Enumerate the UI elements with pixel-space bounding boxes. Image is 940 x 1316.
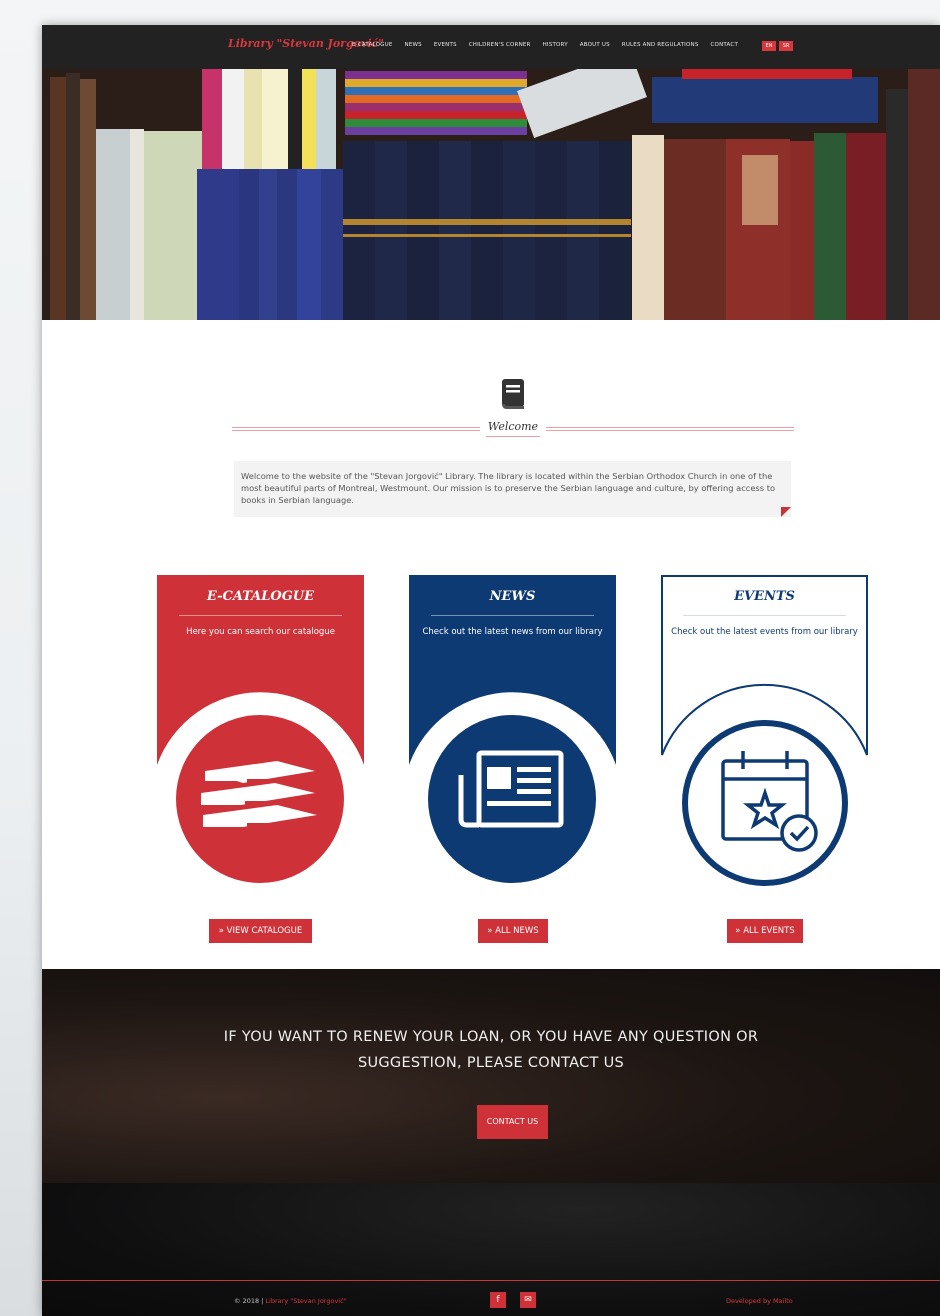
nav-menu: E-CATALOGUE NEWS EVENTS CHILDREN'S CORNE… xyxy=(352,42,750,48)
lang-en-button[interactable]: EN xyxy=(762,41,776,51)
all-news-button[interactable]: » ALL NEWS xyxy=(478,919,548,943)
card-divider xyxy=(431,615,594,616)
nav-item-contact[interactable]: CONTACT xyxy=(711,42,738,48)
email-icon[interactable]: ✉ xyxy=(520,1292,536,1308)
card-title: NEWS xyxy=(489,589,536,604)
top-navigation: Library "Stevan Jorgović" E-CATALOGUE NE… xyxy=(42,25,940,69)
copyright-text: © 2018 | xyxy=(234,1297,266,1305)
welcome-text: Welcome to the website of the "Stevan Jo… xyxy=(241,471,776,505)
book-icon xyxy=(502,379,524,409)
footer-copyright: © 2018 | Library "Stevan Jorgović" xyxy=(234,1297,347,1305)
card-description: Here you can search our catalogue xyxy=(186,627,335,637)
card-divider xyxy=(179,615,342,616)
contact-heading-line-1: IF YOU WANT TO RENEW YOUR LOAN, OR YOU H… xyxy=(223,1029,759,1045)
card-title: E-CATALOGUE xyxy=(206,589,315,604)
contact-heading-line-2: SUGGESTION, PLEASE CONTACT US xyxy=(357,1055,625,1071)
library-link[interactable]: Library "Stevan Jorgović" xyxy=(265,1297,346,1305)
welcome-underline xyxy=(486,436,540,437)
card-description: Check out the latest events from our lib… xyxy=(671,627,858,637)
card-e-catalogue[interactable]: E-CATALOGUE Here you can search our cata… xyxy=(157,575,364,905)
nav-item-e-catalogue[interactable]: E-CATALOGUE xyxy=(352,42,393,48)
site-page: Library "Stevan Jorgović" E-CATALOGUE NE… xyxy=(42,25,940,1316)
contact-us-button[interactable]: CONTACT US xyxy=(477,1105,548,1139)
card-title: EVENTS xyxy=(734,589,795,604)
card-description: Check out the latest news from our libra… xyxy=(422,627,603,637)
view-catalogue-button[interactable]: » VIEW CATALOGUE xyxy=(209,919,312,943)
contact-banner xyxy=(42,969,940,1183)
developer-credit[interactable]: Developed by Mailto xyxy=(726,1297,793,1305)
nav-item-history[interactable]: HISTORY xyxy=(543,42,568,48)
nav-item-news[interactable]: NEWS xyxy=(405,42,422,48)
nav-item-childrens-corner[interactable]: CHILDREN'S CORNER xyxy=(469,42,531,48)
nav-item-events[interactable]: EVENTS xyxy=(434,42,457,48)
lang-sr-button[interactable]: SR xyxy=(779,41,793,51)
nav-item-about-us[interactable]: ABOUT US xyxy=(580,42,610,48)
footer-divider xyxy=(42,1280,940,1281)
welcome-divider-right xyxy=(546,427,794,431)
all-events-button[interactable]: » ALL EVENTS xyxy=(727,919,803,943)
card-divider xyxy=(683,615,846,616)
card-events[interactable]: EVENTS Check out the latest events from … xyxy=(661,575,868,905)
welcome-corner-accent xyxy=(781,507,791,517)
card-news[interactable]: NEWS Check out the latest news from our … xyxy=(409,575,616,905)
hero-bookshelf-image xyxy=(42,69,940,320)
welcome-title: Welcome xyxy=(487,420,539,433)
welcome-divider-left xyxy=(232,427,480,431)
facebook-icon[interactable]: f xyxy=(490,1292,506,1308)
nav-item-rules[interactable]: RULES AND REGULATIONS xyxy=(622,42,699,48)
